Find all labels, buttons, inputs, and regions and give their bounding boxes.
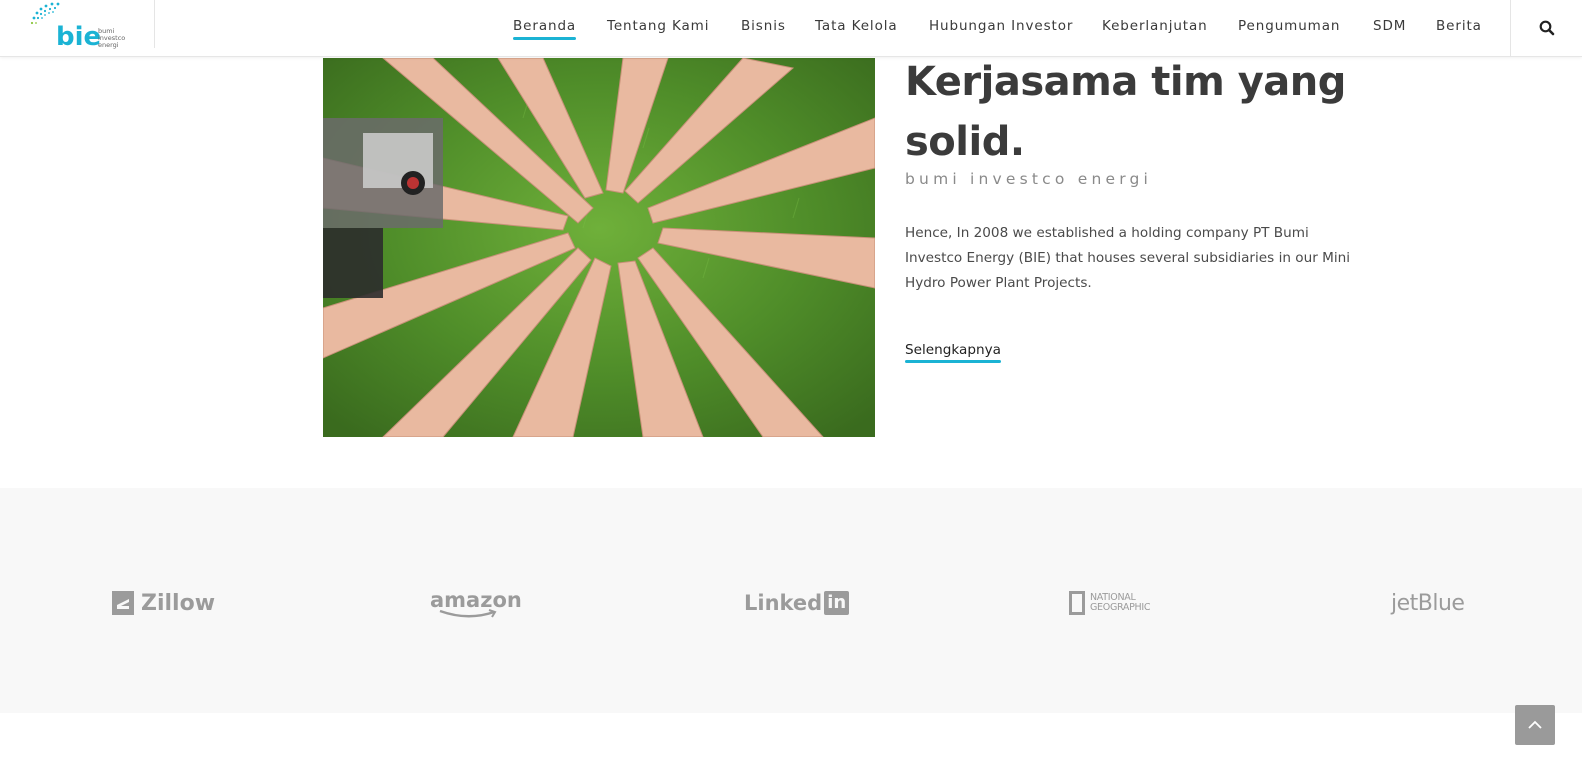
natgeo-line-2: GEOGRAPHIC bbox=[1090, 602, 1151, 613]
company-logo[interactable]: bie bumi investco energi bbox=[28, 0, 138, 52]
zillow-wordmark: Zillow bbox=[141, 590, 216, 616]
nav-item-tentang-kami[interactable]: Tentang Kami bbox=[607, 18, 709, 34]
linkedin-in-badge: in bbox=[824, 591, 850, 615]
team-hands-photo bbox=[323, 58, 875, 437]
nav-item-keberlanjutan[interactable]: Keberlanjutan bbox=[1102, 18, 1208, 34]
hero-subline: bumi investco energi bbox=[905, 170, 1153, 188]
zillow-mark-icon bbox=[112, 591, 134, 615]
header-divider bbox=[154, 0, 155, 48]
jetblue-wordmark: jetBlue bbox=[1391, 590, 1465, 616]
linkedin-wordmark: Linked bbox=[744, 591, 823, 615]
hands-circle-photo-icon bbox=[323, 58, 875, 437]
search-button[interactable] bbox=[1538, 19, 1556, 37]
search-divider bbox=[1510, 0, 1511, 57]
search-icon bbox=[1539, 20, 1555, 36]
zillow-logo: Zillow bbox=[112, 588, 215, 618]
logo-mark-text: bie bbox=[56, 22, 101, 50]
bie-logo-icon: bie bumi investco energi bbox=[30, 2, 125, 52]
hero-body-text: Hence, In 2008 we established a holding … bbox=[905, 225, 1351, 291]
partner-logos-section: Zillow amazon Linked in NATIONAL GEOGRAP… bbox=[0, 488, 1582, 713]
nav-item-bisnis[interactable]: Bisnis bbox=[741, 18, 786, 34]
nav-item-tata-kelola[interactable]: Tata Kelola bbox=[815, 18, 898, 34]
back-to-top-button[interactable] bbox=[1515, 705, 1555, 745]
read-more-link[interactable]: Selengkapnya bbox=[905, 342, 1001, 363]
nav-item-beranda[interactable]: Beranda bbox=[513, 18, 577, 40]
linkedin-logo: Linked in bbox=[744, 588, 850, 618]
hero-headline: Kerjasama tim yang solid. bbox=[905, 59, 1346, 165]
nav-item-pengumuman[interactable]: Pengumuman bbox=[1238, 18, 1340, 34]
chevron-up-icon bbox=[1528, 720, 1542, 729]
nav-item-hubungan-investor[interactable]: Hubungan Investor bbox=[929, 18, 1073, 34]
amazon-smile-icon bbox=[439, 609, 497, 618]
natgeo-rectangle-icon bbox=[1069, 591, 1085, 615]
national-geographic-logo: NATIONAL GEOGRAPHIC bbox=[1069, 588, 1151, 618]
amazon-logo: amazon bbox=[430, 588, 522, 618]
nav-item-berita[interactable]: Berita bbox=[1436, 18, 1482, 34]
nav-item-sdm[interactable]: SDM bbox=[1373, 18, 1406, 34]
jetblue-logo: jetBlue bbox=[1391, 588, 1465, 618]
svg-text:energi: energi bbox=[98, 41, 119, 49]
site-header: bie bumi investco energi Beranda Tentang… bbox=[0, 0, 1582, 57]
